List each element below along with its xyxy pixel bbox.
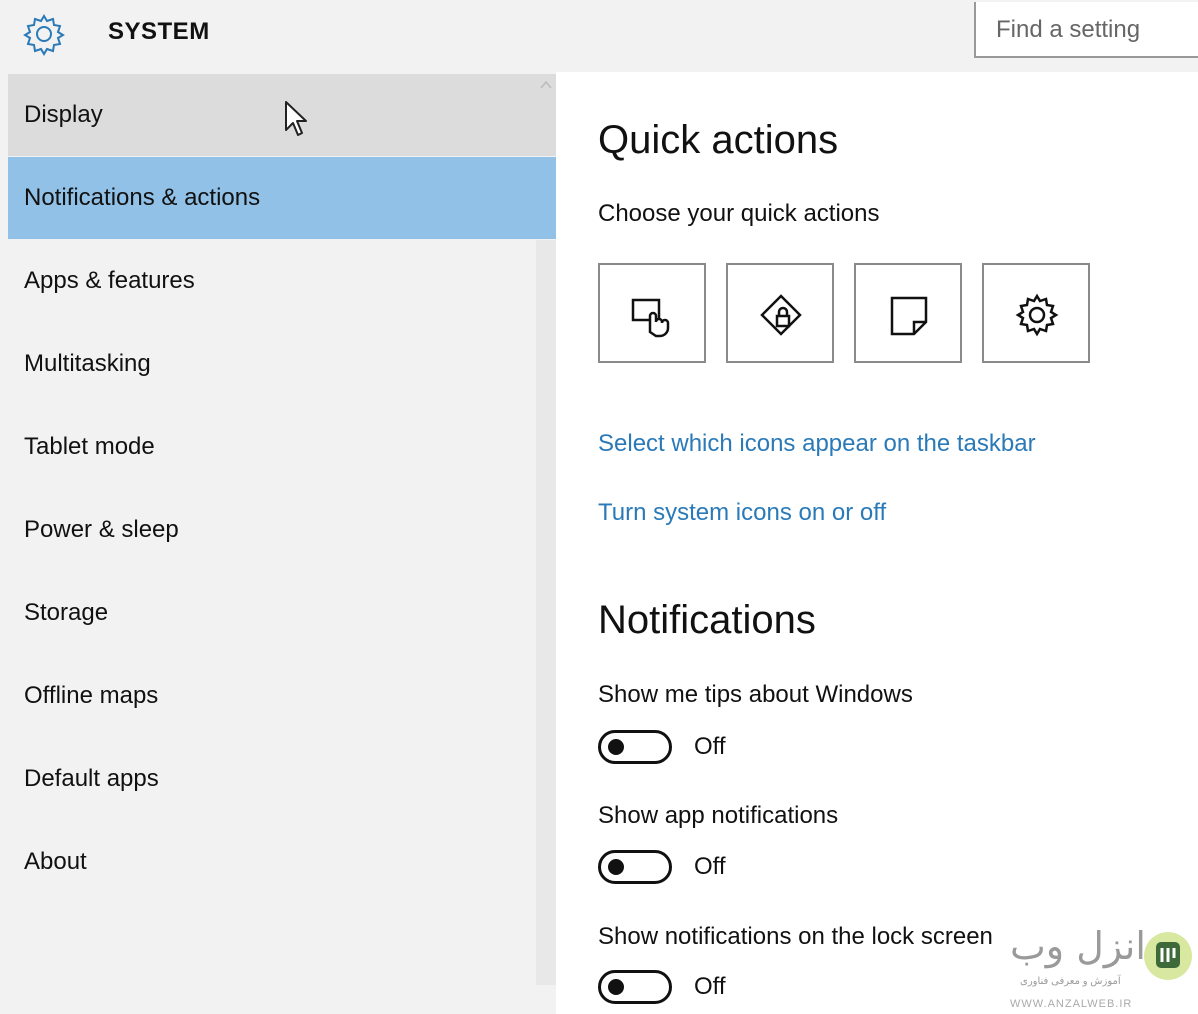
quick-actions-heading: Quick actions	[598, 118, 839, 162]
link-system-icons[interactable]: Turn system icons on or off	[598, 499, 886, 527]
sidebar-item-apps-features[interactable]: Apps & features	[8, 240, 556, 322]
settings-gear-icon	[1015, 293, 1059, 337]
toggle-tips[interactable]	[598, 730, 672, 764]
toggle-lock-screen-state: Off	[694, 973, 726, 1000]
quick-action-note[interactable]	[854, 263, 962, 363]
toggle-app-notifications[interactable]	[598, 850, 672, 884]
quick-actions-subtitle: Choose your quick actions	[598, 200, 880, 227]
tablet-mode-icon	[631, 298, 670, 338]
link-taskbar-icons[interactable]: Select which icons appear on the taskbar	[598, 430, 1036, 458]
watermark-brand: انزل وب	[1010, 924, 1146, 968]
toggle-tips-state: Off	[694, 733, 726, 760]
gear-icon	[23, 14, 65, 56]
sidebar-scrollbar[interactable]	[536, 240, 556, 985]
sidebar-item-multitasking[interactable]: Multitasking	[8, 323, 556, 405]
page-title: SYSTEM	[108, 18, 210, 45]
note-icon	[890, 296, 928, 336]
toggle-lock-screen[interactable]	[598, 970, 672, 1004]
setting-label-lock-screen: Show notifications on the lock screen	[598, 923, 993, 950]
sidebar-item-power-sleep[interactable]: Power & sleep	[8, 489, 556, 571]
sidebar-item-storage[interactable]: Storage	[8, 572, 556, 654]
mouse-cursor-icon	[285, 101, 307, 136]
watermark-logo-icon	[1144, 932, 1192, 980]
watermark-url: WWW.ANZALWEB.IR	[1010, 998, 1133, 1010]
search-input[interactable]: Find a setting	[974, 2, 1198, 58]
sidebar-item-tablet-mode[interactable]: Tablet mode	[8, 406, 556, 488]
setting-label-tips: Show me tips about Windows	[598, 681, 913, 708]
title-bar: SYSTEM Find a setting	[0, 0, 1198, 72]
quick-action-settings[interactable]	[982, 263, 1090, 363]
quick-action-tablet-mode[interactable]	[598, 263, 706, 363]
scroll-up-arrow-icon[interactable]	[540, 80, 552, 90]
sidebar-item-default-apps[interactable]: Default apps	[8, 738, 556, 820]
toggle-knob	[608, 979, 624, 995]
sidebar-item-notifications-actions[interactable]: Notifications & actions	[8, 157, 556, 239]
sidebar-item-display[interactable]: Display	[8, 74, 556, 156]
quick-action-location-lock[interactable]	[726, 263, 834, 363]
notifications-heading: Notifications	[598, 598, 816, 642]
watermark-tagline: آموزش و معرفی فناوری	[1020, 976, 1121, 987]
toggle-knob	[608, 859, 624, 875]
location-lock-icon	[760, 294, 802, 336]
toggle-app-notifications-state: Off	[694, 853, 726, 880]
setting-label-app-notifications: Show app notifications	[598, 802, 839, 829]
sidebar-item-about[interactable]: About	[8, 821, 556, 903]
sidebar-item-offline-maps[interactable]: Offline maps	[8, 655, 556, 737]
toggle-knob	[608, 739, 624, 755]
